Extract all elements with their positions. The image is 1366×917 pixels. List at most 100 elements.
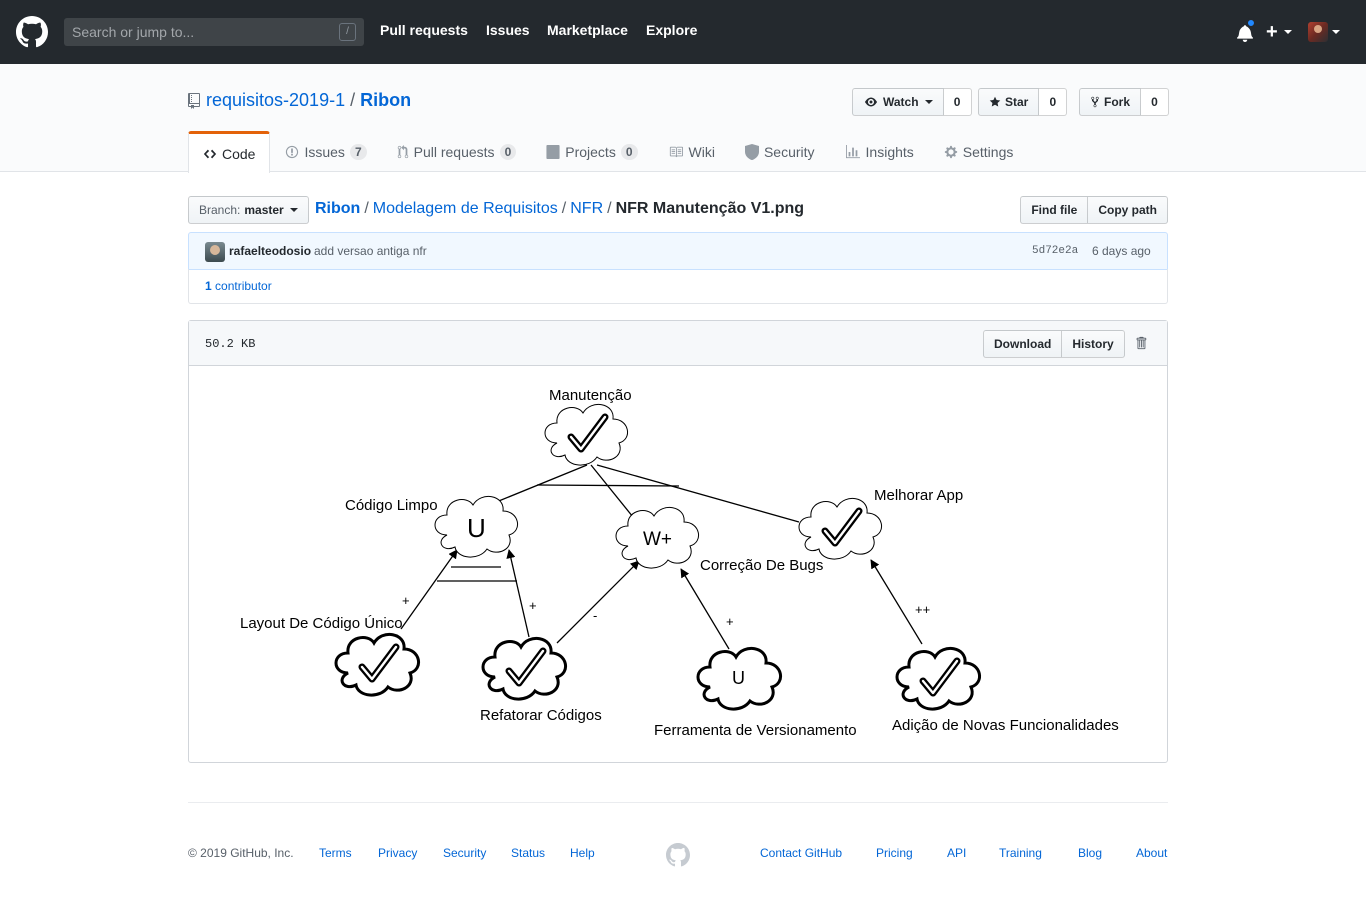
star-button[interactable]: Star [978,88,1040,116]
contribution-arrow [680,568,730,650]
label-ferramenta-symbol: U [732,668,745,688]
watch-label: Watch [883,95,919,109]
copy-path-button[interactable]: Copy path [1088,196,1168,224]
branch-select-button[interactable]: Branch: master [188,196,309,224]
tab-label: Code [222,145,256,162]
chevron-down-icon[interactable] [1332,30,1340,34]
tab-code[interactable]: Code [188,131,271,173]
commit-sha-link[interactable]: 5d72e2a [1032,245,1078,257]
chevron-down-icon[interactable] [1284,30,1292,34]
watch-button[interactable]: Watch [852,88,944,116]
contributors-label: contributor [215,279,272,293]
star-group: Star 0 [978,88,1068,116]
breadcrumb-item[interactable]: NFR [570,200,603,217]
contribution-label: + [529,598,537,613]
tab-security[interactable]: Security [730,131,830,172]
breadcrumb-item[interactable]: Modelagem de Requisitos [373,200,558,217]
tab-label: Pull requests [413,144,495,160]
label-ferramenta: Ferramenta de Versionamento [654,722,857,739]
breadcrumb-separator: / [607,200,612,217]
watch-count[interactable]: 0 [943,88,972,116]
footer-link-security[interactable]: Security [443,846,486,860]
label-manutencao: Manutenção [549,387,632,404]
tab-pull-requests[interactable]: Pull requests 0 [382,131,532,172]
file-header: 50.2 KB Download History [189,321,1167,366]
footer-link-training[interactable]: Training [999,846,1042,860]
tab-issues[interactable]: Issues 7 [270,131,381,172]
tab-settings[interactable]: Settings [929,131,1029,172]
label-adicao: Adição de Novas Funcionalidades [892,717,1119,734]
code-icon [203,149,217,158]
tab-label: Issues [304,144,345,160]
footer-link-about[interactable]: About [1136,846,1167,860]
commit-message-link[interactable]: add versao antiga nfr [314,244,427,258]
fork-button[interactable]: Fork [1079,88,1142,116]
branch-name: master [244,203,284,217]
contributors-link[interactable]: 1 contributor [205,279,272,293]
softgoal-layout [334,632,421,697]
repo-title: requisitos-2019-1/Ribon [206,90,411,111]
footer-link-terms[interactable]: Terms [319,846,352,860]
history-button[interactable]: History [1062,330,1125,358]
footer-link-contact[interactable]: Contact GitHub [760,846,842,860]
avatar[interactable] [205,242,225,262]
nav-marketplace[interactable]: Marketplace [547,22,628,38]
user-avatar[interactable] [1308,22,1328,42]
nav-explore[interactable]: Explore [646,22,697,38]
softgoal-refatorar [481,636,568,701]
pull-requests-count: 0 [499,144,517,160]
find-file-button[interactable]: Find file [1020,196,1089,224]
breadcrumb-root[interactable]: Ribon [315,200,360,217]
projects-count: 0 [620,144,638,160]
tab-label: Settings [962,144,1014,160]
fork-count[interactable]: 0 [1141,88,1170,116]
tab-insights[interactable]: Insights [830,131,929,172]
softgoal-adicao [895,646,982,711]
graph-icon [845,145,860,159]
github-logo-icon[interactable] [16,16,48,48]
contributors-count: 1 [205,279,212,293]
pull-request-icon [397,145,408,159]
shield-icon [744,144,759,160]
star-icon [989,96,1001,107]
label-correcao-symbol: W+ [643,529,672,550]
tab-wiki[interactable]: Wiki [653,131,730,172]
footer-link-privacy[interactable]: Privacy [378,846,417,860]
contribution-arrow [506,549,530,638]
contribution-label: - [593,608,597,623]
footer-link-status[interactable]: Status [511,846,545,860]
watch-group: Watch 0 [852,88,972,116]
footer-link-blog[interactable]: Blog [1078,846,1102,860]
commit-author-link[interactable]: rafaelteodosio [229,244,311,258]
trash-icon[interactable] [1135,336,1147,350]
github-mark-icon[interactable] [666,843,690,867]
star-count[interactable]: 0 [1039,88,1068,116]
search-input[interactable] [64,18,334,46]
project-icon [546,145,560,159]
global-search[interactable]: / [64,18,364,46]
nav-issues[interactable]: Issues [486,22,530,38]
softgoal-manutencao [544,403,629,466]
commit-time: 6 days ago [1092,244,1151,258]
contribution-label: + [402,593,410,608]
chevron-down-icon [924,100,933,104]
tab-label: Insights [865,144,914,160]
tab-projects[interactable]: Projects 0 [531,131,652,172]
repo-icon [188,93,200,109]
nfr-diagram: Manutenção U Código Limpo W+ Correção De… [240,387,1119,739]
label-refatorar: Refatorar Códigos [480,707,602,724]
repo-name-link[interactable]: Ribon [360,90,411,110]
issue-opened-icon [286,145,299,159]
footer-link-api[interactable]: API [947,846,966,860]
latest-commit: rafaelteodosio add versao antiga nfr 5d7… [188,232,1168,270]
repo-tabs: Code Issues 7 Pull requests 0 Projects 0… [188,131,1029,173]
create-new-plus-icon[interactable]: + [1266,22,1278,42]
footer-link-pricing[interactable]: Pricing [876,846,913,860]
download-button[interactable]: Download [983,330,1063,358]
nav-pull-requests[interactable]: Pull requests [380,22,468,38]
issues-count: 7 [349,144,367,160]
fork-group: Fork 0 [1079,88,1170,116]
eye-icon [865,97,877,107]
repo-owner-link[interactable]: requisitos-2019-1 [206,90,345,110]
footer-link-help[interactable]: Help [570,846,595,860]
